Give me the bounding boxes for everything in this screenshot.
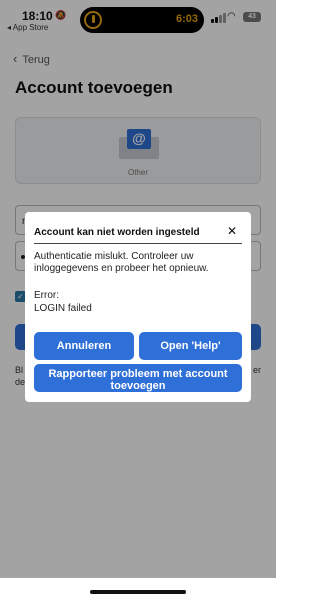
error-label: Error: [34, 290, 59, 301]
dialog-message: Authenticatie mislukt. Controleer uw inl… [34, 251, 209, 274]
bottom-bar [0, 578, 276, 600]
close-icon[interactable]: ✕ [227, 224, 237, 238]
home-indicator[interactable] [90, 590, 186, 594]
dialog-title: Account kan niet worden ingesteld [34, 227, 200, 238]
error-dialog: Account kan niet worden ingesteld ✕ Auth… [25, 212, 251, 402]
cancel-button[interactable]: Annuleren [34, 332, 134, 360]
open-help-button[interactable]: Open 'Help' [139, 332, 242, 360]
report-problem-button[interactable]: Rapporteer probleem met account toevoege… [34, 364, 242, 392]
screen: 18:10 🔕 ◂ App Store 6:03 ◠ 43 ‹ Terug Acc… [0, 0, 276, 600]
error-value: LOGIN failed [34, 303, 92, 314]
divider [34, 243, 242, 244]
